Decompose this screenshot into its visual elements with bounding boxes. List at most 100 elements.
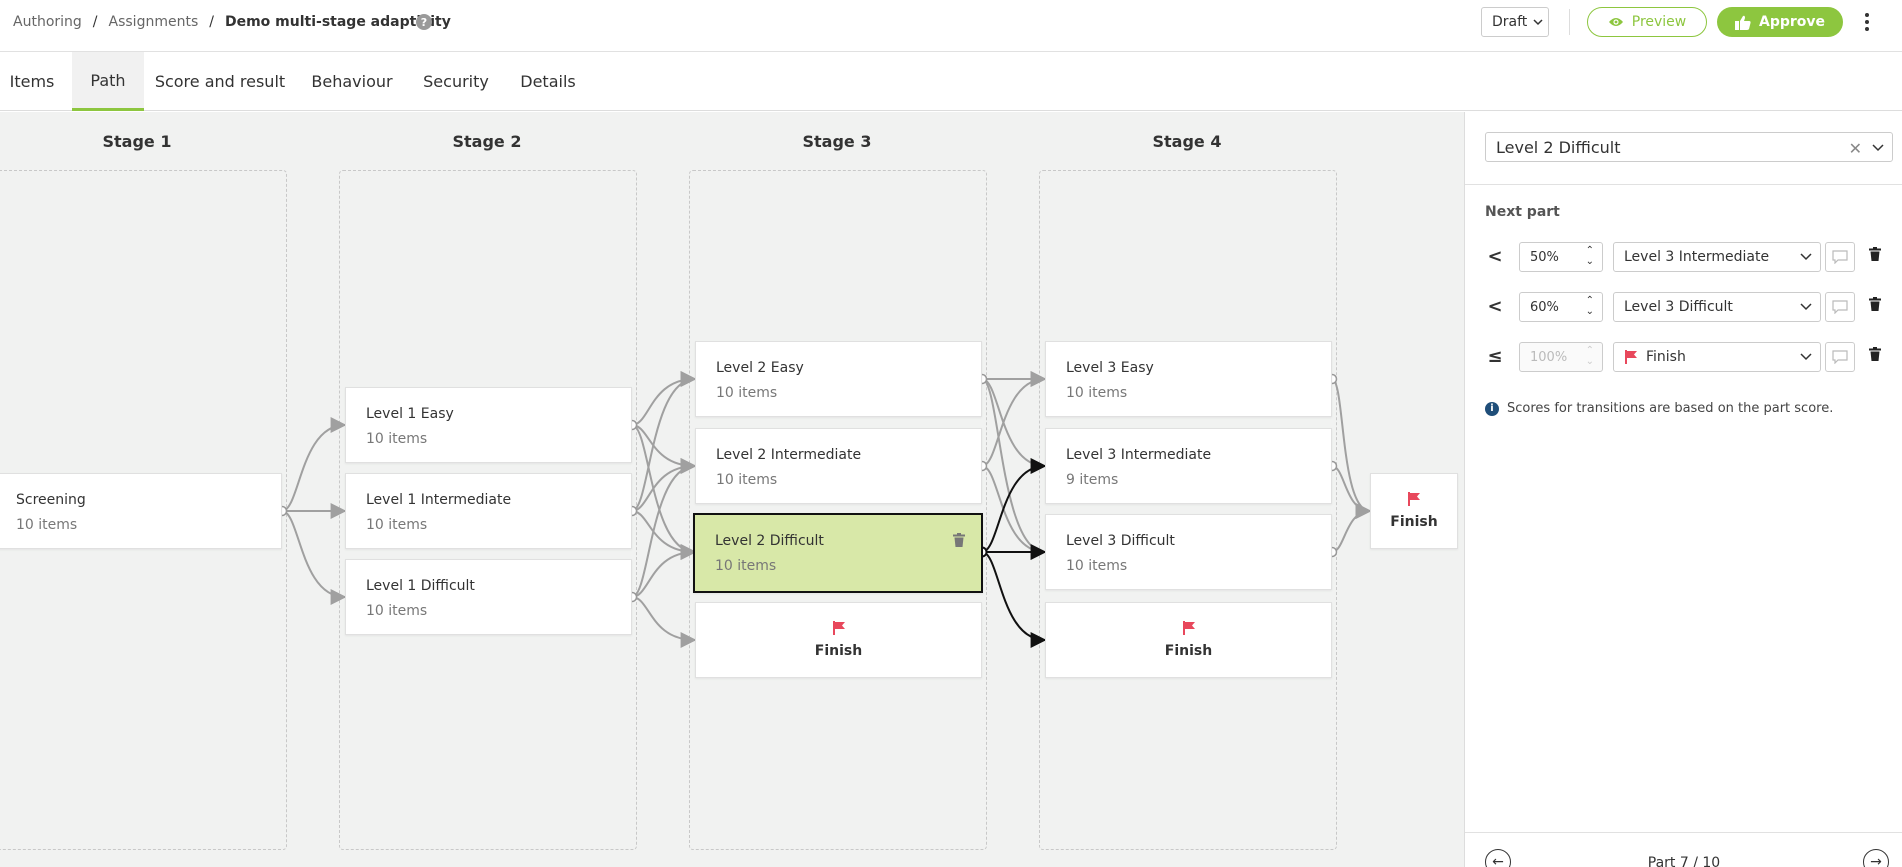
node-title: Level 3 Difficult: [1066, 533, 1175, 549]
active-edge: [981, 551, 1047, 648]
target-part-select[interactable]: Level 3 Difficult: [1613, 292, 1821, 322]
part-node-level-1-easy[interactable]: Level 1 Easy 10 items: [345, 387, 632, 463]
trash-icon[interactable]: [1869, 247, 1881, 261]
edge: [981, 378, 1047, 474]
edge: [631, 458, 697, 512]
part-node-finish[interactable]: Finish: [1045, 602, 1332, 678]
info-icon: i: [1485, 401, 1499, 416]
comparison-operator[interactable]: <: [1485, 296, 1505, 317]
part-select[interactable]: Level 2 Difficult ✕: [1485, 132, 1893, 162]
tab-score-and-result[interactable]: Score and result: [152, 52, 288, 111]
trash-icon[interactable]: [1869, 347, 1881, 361]
node-count: 10 items: [16, 517, 78, 533]
preview-button[interactable]: Preview: [1587, 7, 1707, 37]
chevron-down-icon: [1533, 19, 1543, 26]
comment-icon[interactable]: [1825, 242, 1855, 272]
stepper-icon: ⌃ ⌄: [1585, 345, 1594, 367]
node-count: 10 items: [1066, 385, 1128, 401]
part-node-level-3-easy[interactable]: Level 3 Easy 10 items: [1045, 341, 1332, 417]
flag-icon: [1408, 492, 1420, 506]
info-note: i Scores for transitions are based on th…: [1485, 401, 1833, 416]
approve-button[interactable]: Approve: [1717, 7, 1843, 37]
percent-input[interactable]: 50% ⌃ ⌄: [1519, 242, 1603, 272]
status-dropdown[interactable]: Draft: [1481, 7, 1549, 37]
percent-input: 100% ⌃ ⌄: [1519, 342, 1603, 372]
edge: [281, 417, 347, 512]
part-node-finish[interactable]: Finish: [695, 602, 982, 678]
tab-security[interactable]: Security: [418, 52, 494, 111]
trash-icon[interactable]: [1869, 297, 1881, 311]
percent-value: 100%: [1530, 349, 1568, 365]
flag-icon: [1182, 621, 1195, 635]
node-count: 10 items: [716, 385, 778, 401]
target-part-select[interactable]: Level 3 Intermediate: [1613, 242, 1821, 272]
node-count: 10 items: [1066, 558, 1128, 574]
breadcrumb-authoring[interactable]: Authoring: [13, 14, 82, 30]
edge: [631, 596, 697, 648]
node-count: 9 items: [1066, 472, 1119, 488]
edge: [631, 371, 697, 512]
target-part-value: Level 3 Intermediate: [1624, 249, 1770, 265]
part-pager: ← Part 7 / 10 →: [1465, 832, 1902, 867]
node-title: Level 1 Easy: [366, 406, 454, 422]
tab-behaviour[interactable]: Behaviour: [306, 52, 398, 111]
breadcrumb-separator: /: [209, 14, 214, 30]
node-title: Level 3 Easy: [1066, 360, 1154, 376]
part-node-level-2-difficult[interactable]: Level 2 Difficult 10 items: [693, 513, 983, 593]
node-count: 10 items: [716, 472, 778, 488]
target-part-select[interactable]: Finish: [1613, 342, 1821, 372]
top-bar: Authoring / Assignments / Demo multi-sta…: [0, 0, 1902, 52]
divider: [1569, 9, 1570, 35]
thumbs-up-icon: [1734, 15, 1751, 30]
help-icon[interactable]: ?: [416, 14, 432, 30]
edge: [1331, 503, 1372, 553]
tab-details[interactable]: Details: [512, 52, 584, 111]
tab-items[interactable]: Items: [0, 52, 64, 111]
clear-icon[interactable]: ✕: [1849, 139, 1862, 158]
more-options-icon[interactable]: [1861, 10, 1873, 34]
divider: [1465, 184, 1902, 185]
node-title: Level 2 Intermediate: [716, 447, 862, 463]
edge: [631, 544, 697, 598]
comment-icon[interactable]: [1825, 342, 1855, 372]
trash-icon[interactable]: [953, 533, 965, 547]
part-select-value: Level 2 Difficult: [1496, 137, 1621, 157]
breadcrumb-assignments[interactable]: Assignments: [109, 14, 199, 30]
node-count: 10 items: [715, 558, 777, 574]
part-node-level-2-easy[interactable]: Level 2 Easy 10 items: [695, 341, 982, 417]
target-part-value: Level 3 Difficult: [1624, 299, 1733, 315]
chevron-down-icon: [1800, 303, 1812, 311]
edge: [1331, 465, 1372, 519]
node-title: Level 2 Difficult: [715, 533, 824, 549]
chevron-down-icon: [1800, 253, 1812, 261]
info-text: Scores for transitions are based on the …: [1507, 401, 1834, 416]
stepper-icon[interactable]: ⌃ ⌄: [1586, 245, 1594, 267]
comparison-operator[interactable]: ≤: [1485, 346, 1505, 367]
preview-label: Preview: [1631, 14, 1687, 30]
node-title: Finish: [1164, 643, 1213, 659]
part-node-level-1-difficult[interactable]: Level 1 Difficult 10 items: [345, 559, 632, 635]
node-title: Finish: [814, 643, 863, 659]
tab-bar: Items Path Score and result Behaviour Se…: [0, 52, 1902, 111]
tab-path[interactable]: Path: [72, 52, 144, 111]
part-node-level-3-intermediate[interactable]: Level 3 Intermediate 9 items: [1045, 428, 1332, 504]
edge: [631, 424, 697, 560]
comment-icon[interactable]: [1825, 292, 1855, 322]
part-node-level-1-intermediate[interactable]: Level 1 Intermediate 10 items: [345, 473, 632, 549]
part-node-screening[interactable]: Screening 10 items: [0, 473, 282, 549]
next-part-label: Next part: [1485, 204, 1560, 220]
node-title: Finish: [1390, 514, 1438, 530]
pager-text: Part 7 / 10: [1647, 855, 1721, 867]
percent-value: 60%: [1530, 299, 1559, 315]
transition-rule: ≤ 100% ⌃ ⌄ Finish: [1485, 342, 1895, 374]
percent-input[interactable]: 60% ⌃ ⌄: [1519, 292, 1603, 322]
node-count: 10 items: [366, 431, 428, 447]
stepper-icon[interactable]: ⌃ ⌄: [1586, 295, 1594, 317]
part-node-level-3-difficult[interactable]: Level 3 Difficult 10 items: [1045, 514, 1332, 590]
end-finish-node[interactable]: Finish: [1370, 473, 1458, 549]
next-part-icon[interactable]: →: [1863, 849, 1889, 867]
part-node-level-2-intermediate[interactable]: Level 2 Intermediate 10 items: [695, 428, 982, 504]
node-title: Level 2 Easy: [716, 360, 804, 376]
flag-icon: [1625, 350, 1637, 364]
comparison-operator[interactable]: <: [1485, 246, 1505, 267]
